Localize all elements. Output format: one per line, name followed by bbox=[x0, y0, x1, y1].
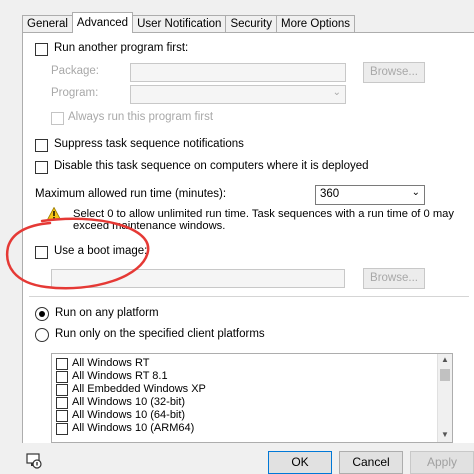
run-specified-platforms-label: Run only on the specified client platfor… bbox=[55, 328, 265, 340]
boot-image-field[interactable] bbox=[51, 269, 345, 288]
max-run-time-label: Maximum allowed run time (minutes): bbox=[35, 188, 227, 200]
tab-more-options[interactable]: More Options bbox=[276, 15, 356, 33]
platform-label: All Windows 10 (64-bit) bbox=[72, 409, 186, 421]
platform-checkbox[interactable] bbox=[56, 423, 68, 435]
scroll-down-icon[interactable]: ▼ bbox=[441, 430, 449, 439]
warning-icon bbox=[47, 207, 61, 220]
platform-label: All Windows 10 (32-bit) bbox=[72, 396, 186, 408]
program-dropdown[interactable]: ⌄ bbox=[130, 85, 346, 104]
suppress-notifications-label: Suppress task sequence notifications bbox=[54, 138, 244, 150]
cancel-button[interactable]: Cancel bbox=[339, 451, 403, 474]
radio-dot bbox=[39, 311, 45, 317]
apply-button[interactable]: Apply bbox=[410, 451, 474, 474]
platform-checkbox[interactable] bbox=[56, 371, 68, 383]
run-specified-platforms-radio[interactable] bbox=[35, 328, 49, 342]
platform-label: All Windows RT bbox=[72, 357, 150, 369]
scroll-up-icon[interactable]: ▲ bbox=[441, 355, 449, 364]
platform-label: All Windows 10 (ARM64) bbox=[72, 422, 195, 434]
platform-checkbox[interactable] bbox=[56, 358, 68, 370]
separator bbox=[29, 296, 469, 297]
tab-security[interactable]: Security bbox=[225, 15, 277, 33]
tab-strip: General Advanced User Notification Secur… bbox=[22, 12, 356, 33]
list-scrollbar[interactable]: ▲ ▼ bbox=[437, 354, 452, 442]
help-computer-icon[interactable] bbox=[24, 452, 44, 470]
platform-label: All Windows RT 8.1 bbox=[72, 370, 168, 382]
disable-task-sequence-checkbox[interactable] bbox=[35, 161, 48, 174]
max-run-time-dropdown[interactable]: 360 ⌄ bbox=[315, 185, 425, 205]
platform-checkbox[interactable] bbox=[56, 384, 68, 396]
use-boot-image-label: Use a boot image: bbox=[54, 245, 148, 257]
suppress-notifications-checkbox[interactable] bbox=[35, 139, 48, 152]
scroll-thumb[interactable] bbox=[440, 369, 450, 381]
run-another-label: Run another program first: bbox=[54, 42, 189, 54]
platform-list[interactable]: All Windows RT All Windows RT 8.1 All Em… bbox=[51, 353, 453, 443]
always-run-label: Always run this program first bbox=[68, 111, 214, 123]
disable-task-sequence-label: Disable this task sequence on computers … bbox=[54, 160, 369, 172]
warning-text: Select 0 to allow unlimited run time. Ta… bbox=[73, 208, 454, 232]
tab-user-notification[interactable]: User Notification bbox=[132, 15, 227, 33]
ok-button[interactable]: OK bbox=[268, 451, 332, 474]
package-label: Package: bbox=[51, 65, 99, 77]
package-browse-button[interactable]: Browse... bbox=[363, 62, 425, 83]
use-boot-image-checkbox[interactable] bbox=[35, 246, 48, 259]
boot-image-browse-button[interactable]: Browse... bbox=[363, 268, 425, 289]
run-any-platform-label: Run on any platform bbox=[55, 307, 159, 319]
program-label: Program: bbox=[51, 87, 99, 99]
package-field[interactable] bbox=[130, 63, 346, 82]
platform-label: All Embedded Windows XP bbox=[72, 383, 206, 395]
run-another-checkbox[interactable] bbox=[35, 43, 48, 56]
advanced-panel: Run another program first: Package: Brow… bbox=[22, 32, 474, 443]
platform-checkbox[interactable] bbox=[56, 410, 68, 422]
chevron-down-icon: ⌄ bbox=[332, 87, 341, 98]
chevron-down-icon: ⌄ bbox=[411, 187, 420, 198]
tab-advanced[interactable]: Advanced bbox=[71, 12, 134, 33]
max-run-time-value: 360 bbox=[320, 188, 340, 200]
tab-general[interactable]: General bbox=[22, 15, 73, 33]
platform-checkbox[interactable] bbox=[56, 397, 68, 409]
run-any-platform-radio[interactable] bbox=[35, 307, 49, 321]
always-run-checkbox[interactable] bbox=[51, 112, 64, 125]
